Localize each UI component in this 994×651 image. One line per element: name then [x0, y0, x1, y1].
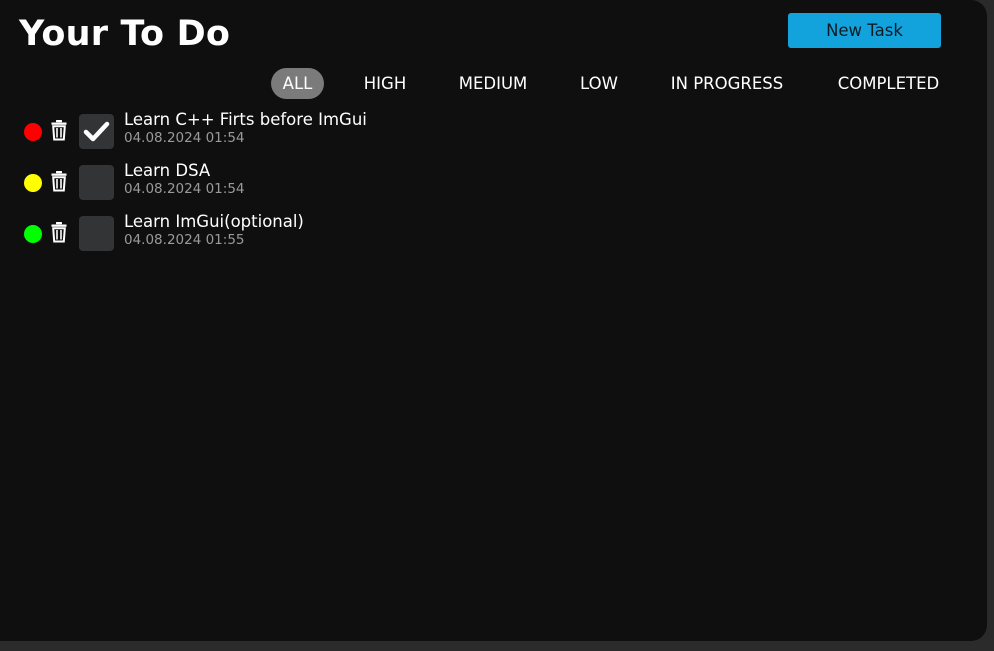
page-title: Your To Do	[19, 14, 231, 54]
trash-icon[interactable]	[50, 170, 68, 192]
priority-medium-dot	[24, 174, 42, 192]
trash-icon[interactable]	[50, 221, 68, 243]
task-checkbox[interactable]	[79, 216, 114, 251]
todo-window: Your To Do New Task ALL HIGH MEDIUM LOW …	[0, 0, 987, 641]
priority-low-dot	[24, 225, 42, 243]
filter-completed[interactable]: COMPLETED	[829, 68, 948, 99]
task-row: Learn C++ Firts before ImGui 04.08.2024 …	[0, 110, 987, 150]
trash-icon[interactable]	[50, 119, 68, 141]
filter-high[interactable]: HIGH	[356, 68, 414, 99]
filter-in-progress[interactable]: IN PROGRESS	[664, 68, 790, 99]
taskbar-strip	[0, 641, 994, 651]
task-row: Learn ImGui(optional) 04.08.2024 01:55	[0, 212, 987, 252]
task-title: Learn DSA	[124, 161, 211, 180]
task-title: Learn ImGui(optional)	[124, 212, 304, 231]
filter-all[interactable]: ALL	[271, 68, 324, 99]
task-date: 04.08.2024 01:55	[124, 232, 245, 248]
filter-low[interactable]: LOW	[572, 68, 626, 99]
task-date: 04.08.2024 01:54	[124, 181, 245, 197]
task-row: Learn DSA 04.08.2024 01:54	[0, 161, 987, 201]
new-task-button[interactable]: New Task	[788, 13, 941, 48]
checkmark-icon	[83, 121, 110, 142]
task-checkbox[interactable]	[79, 114, 114, 149]
task-date: 04.08.2024 01:54	[124, 130, 245, 146]
filter-medium[interactable]: MEDIUM	[451, 68, 535, 99]
task-checkbox[interactable]	[79, 165, 114, 200]
filter-tabs: ALL HIGH MEDIUM LOW IN PROGRESS COMPLETE…	[0, 68, 987, 99]
priority-high-dot	[24, 123, 42, 141]
task-title: Learn C++ Firts before ImGui	[124, 110, 367, 129]
